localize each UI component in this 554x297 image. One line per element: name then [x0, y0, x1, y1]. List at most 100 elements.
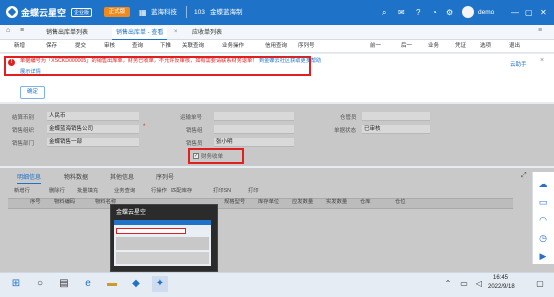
sales-org-field[interactable]: 金蝶蓝海销售公司: [47, 125, 139, 134]
tab-serial-number[interactable]: 序列号: [156, 173, 174, 183]
tab-receivable-list[interactable]: 应收单列表: [188, 27, 226, 39]
finance-received-label: 财务收单: [201, 154, 224, 160]
add-row-button[interactable]: 新增行: [14, 186, 30, 194]
toolbar-save-button[interactable]: 保存: [46, 40, 57, 52]
volume-icon[interactable]: ◁: [471, 276, 487, 292]
toolbar-related-query-button[interactable]: 关联查询: [182, 40, 204, 52]
toolbar-serial-button[interactable]: 序列号: [298, 40, 315, 52]
show-details-link[interactable]: 展示详情: [20, 68, 41, 75]
notification-icon[interactable]: ◔: [432, 0, 437, 25]
time-icon[interactable]: ◷: [537, 232, 549, 244]
toolbar-submit-button[interactable]: 提交: [75, 40, 86, 52]
close-icon[interactable]: ✕: [540, 0, 547, 25]
tab-other-info[interactable]: 其他信息: [110, 173, 134, 183]
toolbar-business-ops-button[interactable]: 业务操作: [222, 40, 244, 52]
search-icon[interactable]: ⌕: [382, 0, 386, 25]
col-actual-qty[interactable]: 实发数量: [326, 198, 347, 207]
tab-more-icon[interactable]: ≡: [538, 27, 542, 34]
col-spec[interactable]: 规格型号: [224, 198, 245, 207]
print-button[interactable]: 打印: [248, 186, 259, 194]
col-due-qty[interactable]: 应发数量: [292, 198, 313, 207]
col-unit[interactable]: 库存单位: [258, 198, 279, 207]
file-explorer-icon[interactable]: ▬: [104, 276, 120, 292]
toolbar-audit-button[interactable]: 审核: [104, 40, 115, 52]
warehouse-keeper-field[interactable]: [362, 112, 430, 121]
app-icon[interactable]: ◆: [128, 276, 144, 292]
expand-icon[interactable]: ⤢: [521, 172, 527, 180]
business-query-button[interactable]: 业务查询: [114, 186, 135, 194]
maximize-icon[interactable]: ▢: [525, 0, 533, 25]
toolbar-voucher-button[interactable]: 凭证: [455, 40, 466, 52]
tab-close-icon[interactable]: ×: [174, 29, 178, 35]
cloud-icon[interactable]: ☁: [537, 178, 549, 190]
network-icon[interactable]: ▭: [456, 276, 472, 292]
edition-button[interactable]: 正式版: [104, 7, 130, 17]
start-icon[interactable]: ⊞: [8, 276, 24, 292]
batch-fill-button[interactable]: 批量填充: [77, 186, 98, 194]
tab-material-data[interactable]: 物料数据: [64, 173, 88, 183]
currency-field[interactable]: 人民币: [47, 112, 139, 121]
toolbar-query-button[interactable]: 查询: [132, 40, 143, 52]
chat-icon[interactable]: ▭: [537, 196, 549, 208]
toolbar-exit-button[interactable]: 退出: [509, 40, 520, 52]
error-message: 单据编号为「XSCKD000005」的销售出库单，财务已收单，不允许反审核，如有…: [20, 58, 352, 65]
minimize-icon[interactable]: —: [511, 0, 519, 25]
edition-badge: 企业版: [71, 7, 93, 17]
toolbar-credit-query-button[interactable]: 信用查询: [265, 40, 287, 52]
brand-logo[interactable]: 金蝶云星空 企业版: [6, 5, 93, 19]
toolbar-prev-button[interactable]: 前一: [370, 40, 381, 52]
divider: [186, 6, 187, 18]
salesman-field[interactable]: 张小明: [214, 138, 294, 147]
delete-row-button[interactable]: 删除行: [49, 186, 65, 194]
search-taskbar-icon[interactable]: ○: [32, 276, 48, 292]
match-inventory-button[interactable]: 匹配库存: [171, 186, 192, 194]
toolbar-next-button[interactable]: 后一: [401, 40, 412, 52]
clock-time[interactable]: 16:45: [493, 275, 508, 281]
help-icon[interactable]: ?: [416, 0, 420, 25]
avatar[interactable]: [462, 6, 474, 18]
org-name[interactable]: 金蝶蓝海制: [210, 0, 243, 25]
task-view-icon[interactable]: ▤: [56, 276, 72, 292]
print-sn-button[interactable]: 打印SN: [213, 186, 231, 194]
company-name[interactable]: 蓝海科技: [151, 0, 177, 25]
headset-icon[interactable]: ◠: [537, 214, 549, 226]
col-material-code[interactable]: 物料编码: [54, 198, 75, 207]
menu-icon[interactable]: ≡: [20, 27, 24, 34]
tab-sales-outbound-list[interactable]: 销售出库单列表: [42, 27, 92, 39]
community-help-link[interactable]: 到金蝶云社区获取更多帮助: [259, 58, 321, 64]
detail-section: [0, 168, 554, 272]
row-ops-button[interactable]: 行操作: [151, 186, 167, 194]
sales-group-field[interactable]: [214, 125, 294, 134]
salesman-label: 销售员: [186, 141, 203, 147]
edge-browser-icon[interactable]: e: [80, 276, 96, 292]
message-icon[interactable]: ✉: [398, 0, 405, 25]
toolbar-business-button[interactable]: 业务: [428, 40, 439, 52]
sales-dept-field[interactable]: 金蝶销售一部: [47, 138, 139, 147]
toolbar-push-button[interactable]: 下推: [160, 40, 171, 52]
tab-sales-outbound-view[interactable]: 销售出库单 - 查看: [112, 27, 168, 41]
kingdee-taskbar-icon[interactable]: ✦: [152, 276, 168, 292]
kingdee-logo-icon: [6, 6, 18, 18]
settings-icon[interactable]: ⚙: [446, 0, 453, 25]
video-icon[interactable]: ▶: [537, 250, 549, 262]
notification-center-icon[interactable]: ▢: [532, 276, 548, 292]
org-code[interactable]: 103: [194, 0, 205, 25]
alert-close-icon[interactable]: ×: [540, 57, 544, 64]
finance-received-checkbox[interactable]: ✓: [193, 153, 199, 159]
grid-apps-icon[interactable]: ▦: [139, 0, 147, 25]
toolbar-options-button[interactable]: 选项: [480, 40, 491, 52]
clock-date[interactable]: 2022/9/18: [488, 284, 515, 290]
group-label: 销售组: [186, 128, 203, 134]
user-name[interactable]: demo: [478, 0, 494, 25]
assistant-link[interactable]: 云助手: [510, 60, 527, 68]
home-icon[interactable]: ⌂: [6, 27, 10, 34]
ok-button[interactable]: 确定: [20, 86, 45, 99]
thumbnail-form: [116, 237, 209, 250]
col-warehouse[interactable]: 仓库: [360, 198, 371, 207]
toolbar-new-button[interactable]: 新增: [14, 40, 25, 52]
col-seq[interactable]: 序号: [30, 198, 41, 207]
ship-number-field[interactable]: [214, 112, 294, 121]
col-location[interactable]: 仓位: [395, 198, 406, 207]
tab-detail-info[interactable]: 明细信息: [17, 173, 42, 184]
tray-arrow-icon[interactable]: ⌃: [440, 276, 456, 292]
